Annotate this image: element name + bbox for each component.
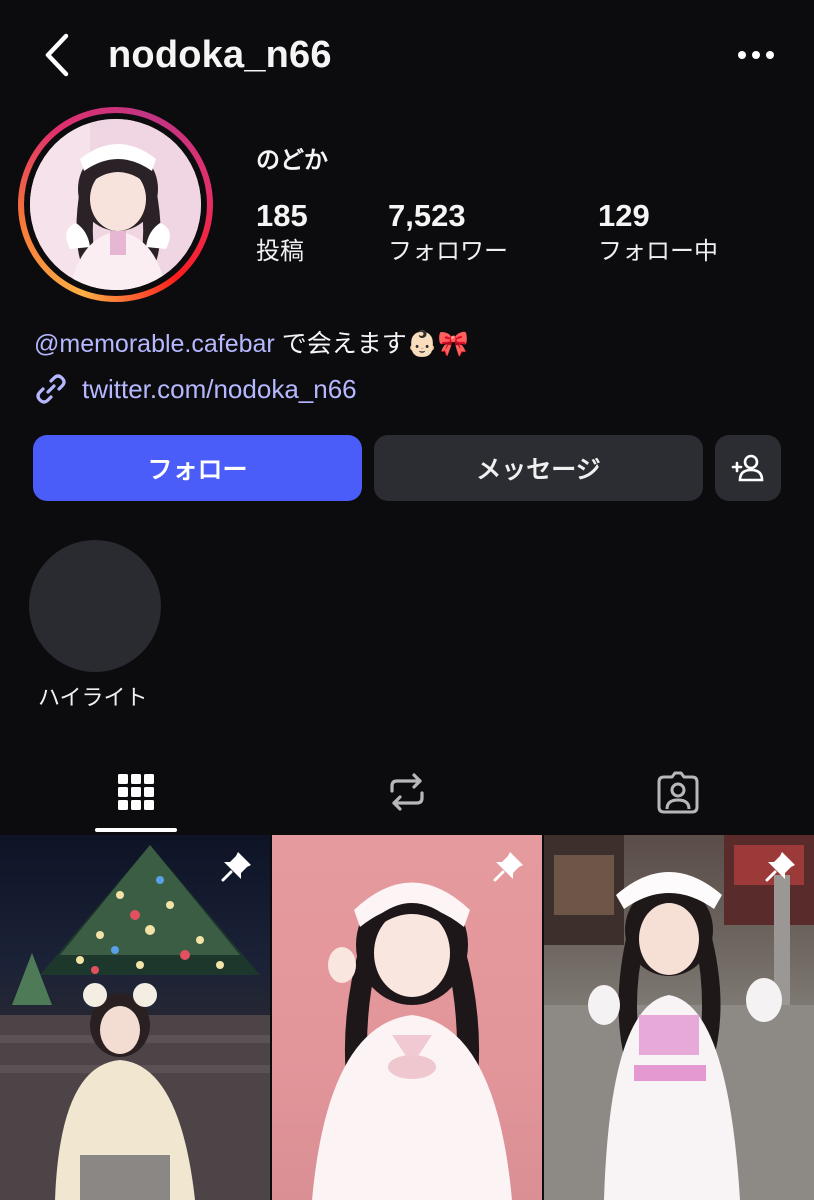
active-tab-indicator xyxy=(95,828,177,832)
avatar xyxy=(30,119,201,290)
suggested-users-button[interactable] xyxy=(715,435,781,501)
follow-button[interactable]: フォロー xyxy=(33,435,362,501)
more-dots-icon xyxy=(738,51,774,59)
post-photo xyxy=(0,845,270,1200)
add-person-icon xyxy=(731,454,764,482)
grid-icon xyxy=(117,774,154,810)
avatar-photo xyxy=(30,119,201,290)
posts-count: 185 xyxy=(256,198,308,233)
bio-mention-link[interactable]: @memorable.cafebar xyxy=(34,330,275,358)
profile-external-link[interactable]: twitter.com/nodoka_n66 xyxy=(34,372,357,406)
profile-username: nodoka_n66 xyxy=(108,34,332,76)
stat-posts[interactable]: 185 投稿 xyxy=(256,198,308,270)
display-name: のどか xyxy=(256,147,328,174)
highlight-label: ハイライト xyxy=(38,685,148,710)
tab-tagged[interactable] xyxy=(542,750,813,834)
post-thumbnail[interactable] xyxy=(0,835,270,1200)
tab-posts-grid[interactable] xyxy=(0,750,271,834)
stat-following[interactable]: 129 フォロー中 xyxy=(598,198,718,270)
post-thumbnail[interactable] xyxy=(544,835,814,1200)
back-button[interactable] xyxy=(36,30,80,80)
post-photo xyxy=(544,835,814,1200)
pin-icon xyxy=(493,852,523,882)
posts-grid xyxy=(0,835,814,1200)
message-button[interactable]: メッセージ xyxy=(374,435,703,501)
bio: @memorable.cafebar で会えます👶🏻🎀 xyxy=(34,327,469,361)
following-label: フォロー中 xyxy=(598,238,718,265)
more-options-button[interactable] xyxy=(732,40,782,70)
post-photo xyxy=(312,882,512,1200)
reels-repost-icon xyxy=(389,773,424,811)
followers-label: フォロワー xyxy=(388,238,508,265)
profile-avatar-story-ring[interactable] xyxy=(18,107,213,302)
top-bar: nodoka_n66 xyxy=(0,0,814,110)
post-thumbnail[interactable] xyxy=(272,835,542,1200)
tab-reposts[interactable] xyxy=(271,750,542,834)
pin-icon xyxy=(221,852,251,882)
posts-label: 投稿 xyxy=(256,238,304,265)
tagged-icon xyxy=(657,771,698,814)
highlight-circle[interactable] xyxy=(29,540,161,672)
profile-tabs xyxy=(0,750,814,834)
following-count: 129 xyxy=(598,198,650,233)
pin-icon xyxy=(765,852,795,882)
stat-followers[interactable]: 7,523 フォロワー xyxy=(388,198,508,270)
link-icon xyxy=(36,374,66,404)
external-link-text: twitter.com/nodoka_n66 xyxy=(82,373,357,404)
followers-count: 7,523 xyxy=(388,198,466,233)
chevron-left-icon xyxy=(45,33,69,77)
bio-text: で会えます👶🏻🎀 xyxy=(274,330,469,358)
